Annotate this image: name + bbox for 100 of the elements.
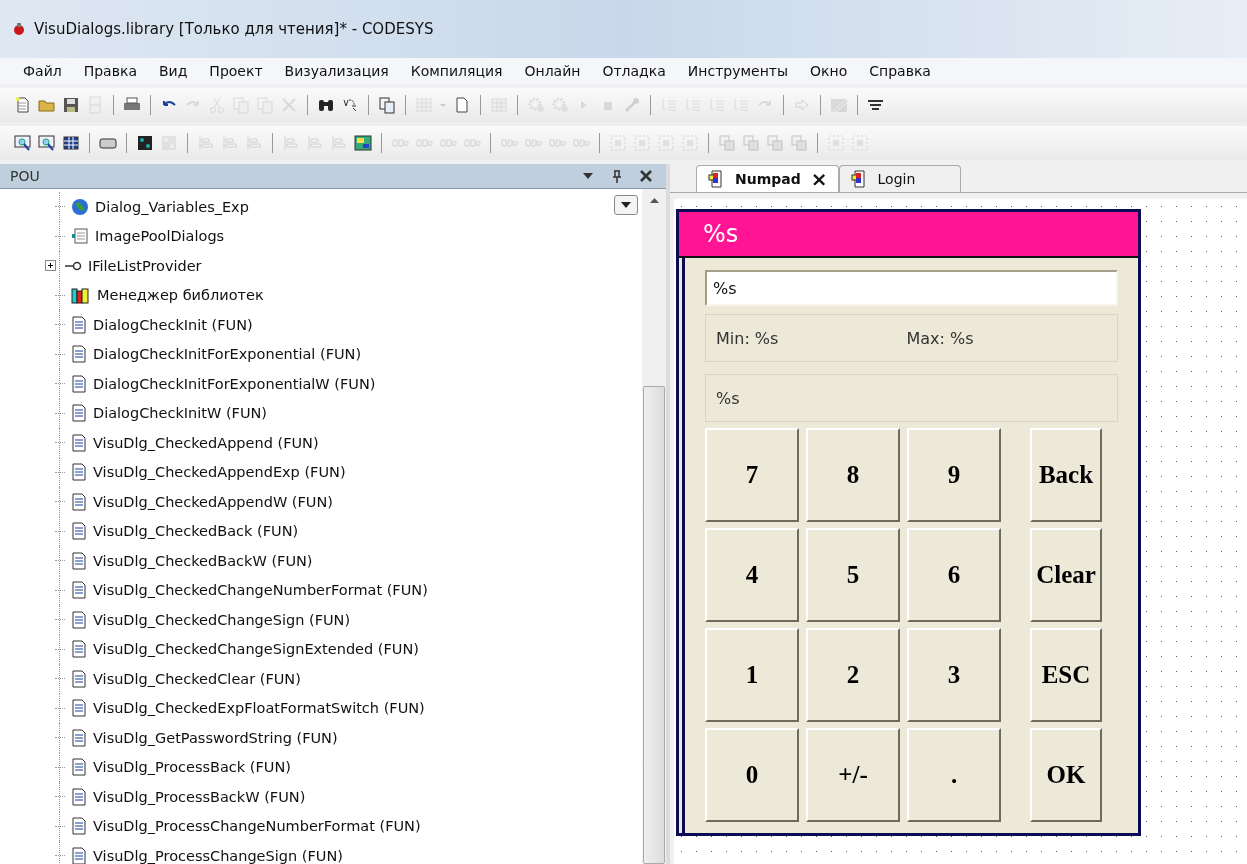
document-icon [71, 610, 87, 629]
keypad-button[interactable]: 2 [806, 628, 900, 722]
tree-item[interactable]: VisuDlg_ProcessChangeSign (FUN) [93, 847, 343, 864]
document-icon [71, 492, 87, 511]
menu-item[interactable]: Окно [799, 63, 859, 79]
menu-item[interactable]: Вид [147, 63, 199, 79]
menu-item[interactable]: Инструменты [676, 63, 800, 79]
scroll-up-icon[interactable] [649, 197, 659, 203]
keypad-button[interactable]: 3 [907, 628, 1001, 722]
max-label: Max: %s [906, 328, 974, 348]
document-icon [71, 787, 87, 806]
app-icon [12, 22, 26, 36]
tree-item[interactable]: VisuDlg_CheckedBack (FUN) [93, 523, 299, 540]
document-icon[interactable] [453, 96, 471, 114]
document-icon [71, 728, 87, 747]
tree-item[interactable]: Dialog_Variables_Exp [95, 198, 249, 215]
window-title: VisuDialogs.library [Только для чтения]* - CODESYS [34, 20, 434, 38]
keypad-button[interactable]: 1 [705, 628, 799, 722]
table-icon[interactable] [62, 134, 80, 152]
close-icon[interactable] [640, 170, 652, 182]
menu-item[interactable]: Визуализация [273, 63, 400, 79]
keypad-button[interactable]: Clear [1030, 528, 1102, 622]
zoom-icon[interactable] [38, 134, 56, 152]
tree-item[interactable]: VisuDlg_CheckedAppendW (FUN) [93, 493, 333, 510]
tree-item[interactable]: VisuDlg_CheckedAppend (FUN) [93, 434, 319, 451]
tree-item[interactable]: VisuDlg_CheckedExpFloatFormatSwitch (FUN) [93, 700, 425, 717]
keypad-button[interactable]: 0 [705, 728, 799, 822]
pin-icon[interactable] [612, 169, 622, 183]
save-icon[interactable] [62, 96, 80, 114]
input-field[interactable]: %s [705, 270, 1118, 306]
image-icon[interactable] [354, 134, 372, 152]
scrollbar[interactable] [642, 189, 666, 864]
menu-item[interactable]: Правка [72, 63, 148, 79]
caret-icon[interactable] [620, 201, 632, 209]
document-icon [71, 345, 87, 364]
min-label: Min: %s [716, 328, 779, 348]
editor-tab[interactable]: Login [838, 165, 961, 192]
document-icon [71, 315, 87, 334]
keypad-button[interactable]: +/- [806, 728, 900, 822]
expand-button[interactable] [45, 260, 56, 272]
tree-item[interactable]: VisuDlg_CheckedBackW (FUN) [93, 552, 313, 569]
books-icon [71, 286, 91, 305]
tree-item[interactable]: ImagePoolDialogs [95, 228, 225, 245]
document-icon [71, 758, 87, 777]
document-icon [71, 374, 87, 393]
dialog-title: %s [703, 220, 739, 248]
new-icon[interactable] [14, 96, 32, 114]
document-icon [71, 463, 87, 482]
dropdown-button[interactable] [614, 195, 638, 215]
document-icon [71, 699, 87, 718]
document-icon [71, 551, 87, 570]
tree-item[interactable]: VisuDlg_GetPasswordString (FUN) [93, 729, 338, 746]
document-icon [71, 669, 87, 688]
keypad-button[interactable]: 8 [806, 428, 900, 522]
scroll-thumb[interactable] [643, 386, 665, 864]
replace-icon[interactable] [341, 96, 359, 114]
keypad-button[interactable]: OK [1030, 728, 1102, 822]
menu-item[interactable]: Справка [858, 63, 942, 79]
keypad-button[interactable]: Back [1030, 428, 1102, 522]
keypad-button[interactable]: . [907, 728, 1001, 822]
keypad-button[interactable]: 4 [705, 528, 799, 622]
dropdown-icon[interactable] [582, 172, 594, 180]
keypad-button[interactable]: 7 [705, 428, 799, 522]
tree-item[interactable]: DialogCheckInitForExponentialW (FUN) [93, 375, 376, 392]
tree-item[interactable]: Менеджер библиотек [97, 287, 264, 304]
panel-title: POU [10, 168, 40, 184]
document-icon [71, 581, 87, 600]
tree-item[interactable]: VisuDlg_CheckedChangeSign (FUN) [93, 611, 351, 628]
close-tab-button[interactable]: × [810, 169, 828, 189]
menu-item[interactable]: Файл [12, 63, 73, 79]
tree-item[interactable]: DialogCheckInitW (FUN) [93, 405, 268, 422]
keypad-button[interactable]: 5 [806, 528, 900, 622]
tree-item[interactable]: VisuDlg_CheckedAppendExp (FUN) [93, 464, 346, 481]
value-label: %s [716, 388, 740, 408]
tree-item[interactable]: VisuDlg_ProcessBackW (FUN) [93, 788, 306, 805]
menu-item[interactable]: Компиляция [399, 63, 514, 79]
tree-item[interactable]: VisuDlg_CheckedChangeSignExtended (FUN) [93, 641, 419, 658]
keypad-button[interactable]: 6 [907, 528, 1001, 622]
document-icon [71, 433, 87, 452]
menu-item[interactable]: Онлайн [513, 63, 592, 79]
globe-icon [71, 197, 89, 216]
tree-item[interactable]: IFileListProvider [88, 257, 202, 274]
tree-item[interactable]: DialogCheckInitForExponential (FUN) [93, 346, 362, 363]
editor-tab[interactable]: Numpad × [696, 165, 839, 192]
keypad-button[interactable]: 9 [907, 428, 1001, 522]
tree-item[interactable]: DialogCheckInit (FUN) [93, 316, 253, 333]
visualization-icon [849, 170, 868, 188]
zoom-icon[interactable] [14, 134, 32, 152]
list-icon[interactable] [378, 96, 396, 114]
menu-item[interactable]: Отладка [591, 63, 677, 79]
document-icon [71, 817, 87, 836]
keypad-button[interactable]: ESC [1030, 628, 1102, 722]
menu-item[interactable]: Проект [198, 63, 274, 79]
tree-item[interactable]: VisuDlg_ProcessChangeNumberFormat (FUN) [93, 818, 421, 835]
document-icon [71, 522, 87, 541]
tree-item[interactable]: VisuDlg_ProcessBack (FUN) [93, 759, 291, 776]
tree-item[interactable]: VisuDlg_CheckedChangeNumberFormat (FUN) [93, 582, 428, 599]
tree-item[interactable]: VisuDlg_CheckedClear (FUN) [93, 670, 301, 687]
image-list-icon [71, 227, 89, 246]
visualization-icon [707, 170, 725, 188]
